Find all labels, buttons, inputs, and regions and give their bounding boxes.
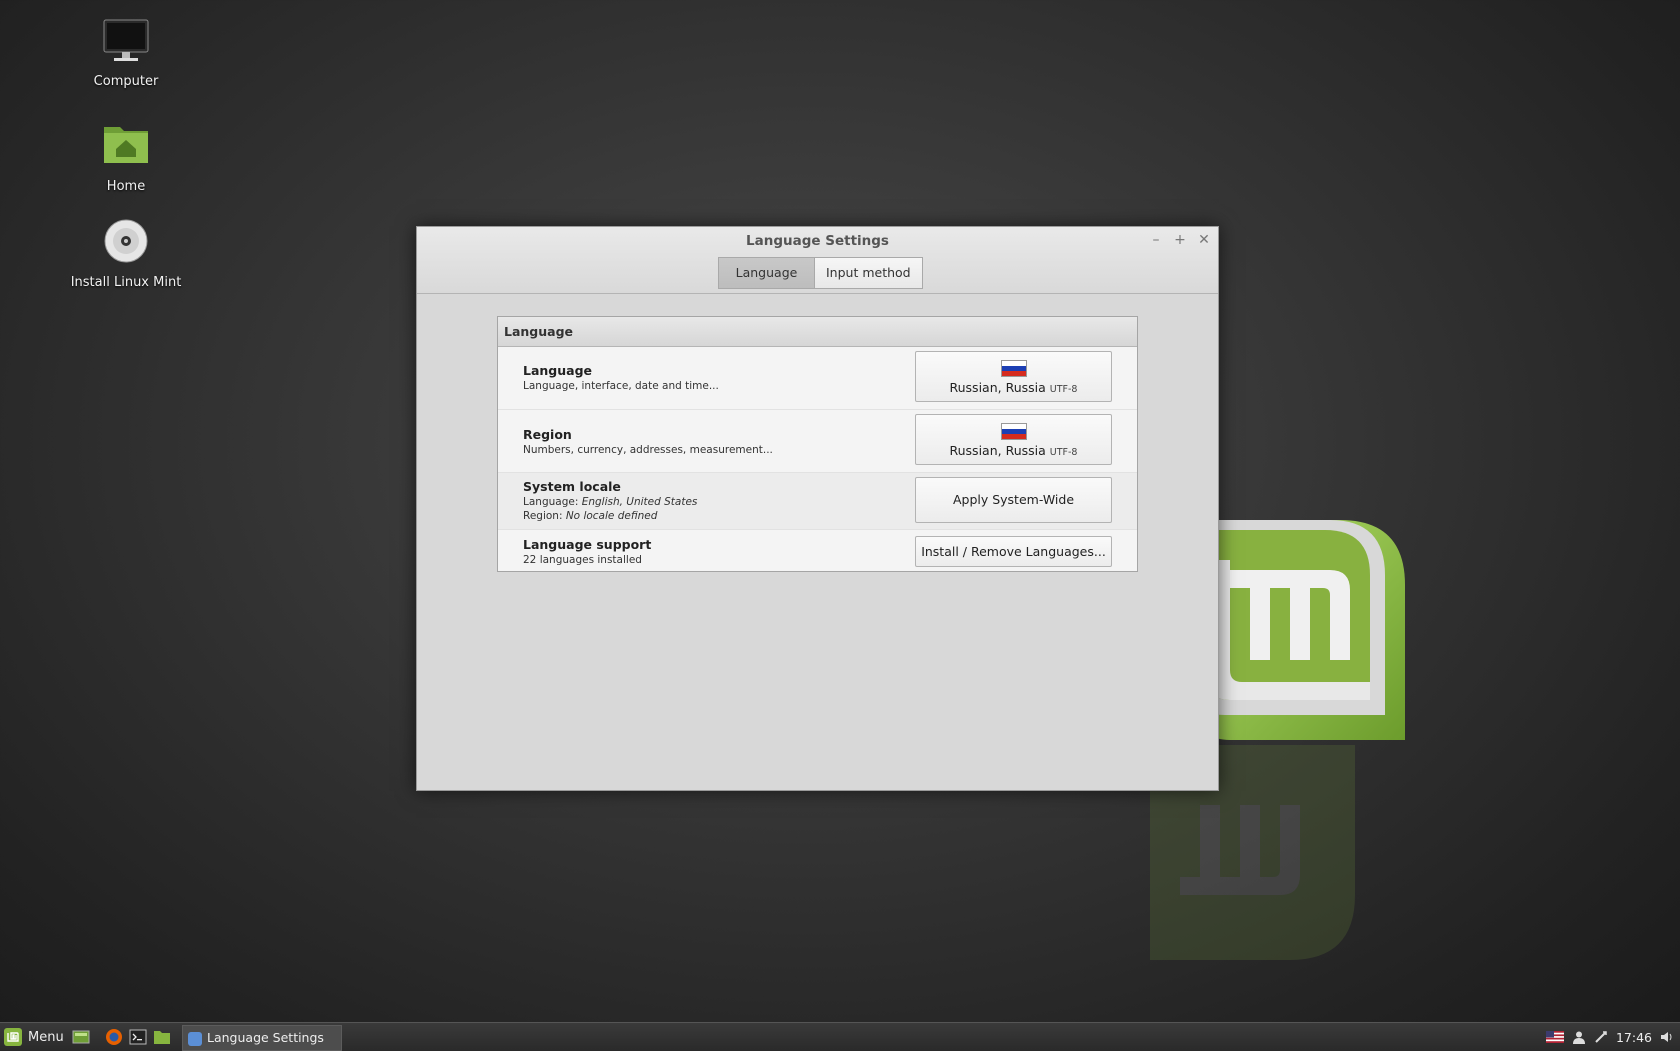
row-title: Language support [523, 537, 652, 552]
button-label: Russian, Russia [949, 380, 1046, 395]
taskbar: Menu Language Settings 17:46 [0, 1022, 1680, 1051]
tab-bar: Language Input method [718, 257, 923, 289]
desktop-icon-computer[interactable]: Computer [61, 18, 191, 89]
language-panel: Language Language Language, interface, d… [497, 316, 1138, 572]
desktop-icon-label: Computer [93, 74, 159, 89]
language-settings-window: Language Settings – + ✕ Language Input m… [416, 226, 1219, 791]
row-title: System locale [523, 479, 621, 494]
system-tray: 17:46 [1545, 1023, 1674, 1051]
locale-region-line: Region: No locale defined [523, 510, 658, 522]
titlebar[interactable]: Language Settings – + ✕ Language Input m… [417, 227, 1218, 294]
minimize-button[interactable]: – [1147, 231, 1165, 249]
terminal-icon[interactable] [129, 1028, 147, 1046]
user-icon[interactable] [1572, 1030, 1586, 1044]
task-label: Language Settings [207, 1030, 324, 1045]
menu-label: Menu [28, 1029, 64, 1045]
computer-icon [100, 18, 152, 70]
desktop-icon-label: Install Linux Mint [70, 275, 182, 290]
disc-icon [100, 219, 152, 271]
row-system-locale: System locale Language: English, United … [498, 473, 1137, 530]
button-label: Russian, Russia [949, 443, 1046, 458]
encoding-label: UTF-8 [1049, 447, 1078, 458]
language-select-button[interactable]: Russian, Russia UTF-8 [915, 351, 1112, 402]
close-button[interactable]: ✕ [1195, 231, 1213, 249]
us-flag-icon[interactable] [1545, 1031, 1564, 1043]
russia-flag-icon [1000, 360, 1027, 377]
firefox-icon[interactable] [105, 1028, 123, 1046]
row-region: Region Numbers, currency, addresses, mea… [498, 410, 1137, 473]
show-desktop-icon[interactable] [72, 1028, 90, 1046]
region-select-button[interactable]: Russian, Russia UTF-8 [915, 414, 1112, 465]
mint-logo [1200, 520, 1405, 740]
mint-menu-icon [4, 1028, 22, 1046]
locale-language-line: Language: English, United States [523, 496, 698, 508]
desktop-icon-label: Home [106, 179, 146, 194]
menu-button[interactable]: Menu [4, 1026, 64, 1048]
network-icon[interactable] [1594, 1030, 1608, 1044]
maximize-button[interactable]: + [1171, 231, 1189, 249]
section-title: Language [498, 317, 1137, 347]
clock[interactable]: 17:46 [1616, 1030, 1652, 1045]
install-remove-languages-button[interactable]: Install / Remove Languages... [915, 536, 1112, 567]
row-language-support: Language support 22 languages installed … [498, 530, 1137, 573]
encoding-label: UTF-8 [1049, 384, 1078, 395]
desktop-icon-install[interactable]: Install Linux Mint [61, 219, 191, 290]
window-title: Language Settings [746, 233, 889, 249]
row-subtitle: Numbers, currency, addresses, measuremen… [523, 444, 773, 456]
apply-system-wide-button[interactable]: Apply System-Wide [915, 477, 1112, 523]
row-title: Region [523, 427, 572, 442]
desktop-icon-home[interactable]: Home [61, 123, 191, 194]
task-language-settings[interactable]: Language Settings [182, 1025, 342, 1051]
tab-language[interactable]: Language [718, 257, 815, 289]
row-language: Language Language, interface, date and t… [498, 347, 1137, 410]
home-folder-icon [100, 123, 152, 175]
row-subtitle: 22 languages installed [523, 554, 642, 566]
volume-icon[interactable] [1660, 1030, 1674, 1044]
row-subtitle: Language, interface, date and time... [523, 380, 719, 392]
row-title: Language [523, 363, 593, 378]
tab-input-method[interactable]: Input method [815, 257, 923, 289]
files-icon[interactable] [153, 1028, 171, 1046]
russia-flag-icon [1000, 423, 1027, 440]
language-settings-icon [188, 1031, 202, 1046]
